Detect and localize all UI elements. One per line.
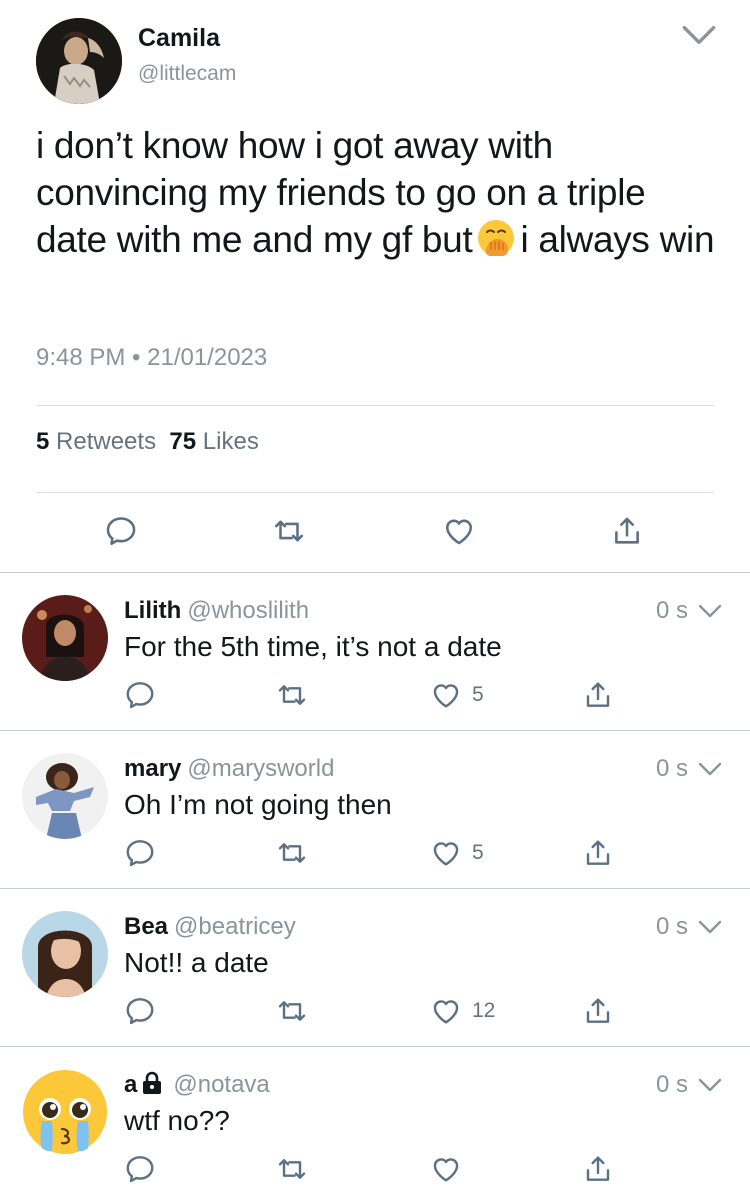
share-icon[interactable]	[582, 995, 614, 1027]
retweet-icon[interactable]	[276, 679, 308, 711]
retweet-icon[interactable]	[276, 837, 308, 869]
avatar[interactable]	[22, 595, 108, 681]
reply-action-bar: 5	[0, 837, 750, 871]
like-icon[interactable]	[442, 514, 476, 548]
avatar[interactable]	[22, 1069, 108, 1155]
reply-author-name[interactable]: Bea	[124, 913, 168, 940]
reply-author-handle[interactable]: @notava	[173, 1071, 269, 1098]
reply-item[interactable]: Bea @beatricey 0 s Not!! a date 12	[0, 889, 750, 1047]
reply-icon[interactable]	[124, 837, 156, 869]
author-avatar[interactable]	[36, 18, 122, 104]
reply-header: Bea @beatricey	[124, 913, 296, 941]
reply-text: Not!! a date	[124, 947, 269, 978]
tweet-text-part2: i always win	[520, 219, 715, 260]
like-icon[interactable]	[430, 837, 462, 869]
divider	[36, 405, 714, 406]
reply-action-bar: 5	[0, 679, 750, 713]
reply-time: 0 s	[656, 1071, 689, 1098]
main-tweet: Camila @littlecam i don’t know how i got…	[0, 0, 750, 572]
retweet-icon[interactable]	[276, 995, 308, 1027]
reply-time: 0 s	[656, 755, 689, 782]
reply-time: 0 s	[656, 597, 689, 624]
retweet-icon[interactable]	[276, 1153, 308, 1185]
reply-text: wtf no??	[124, 1105, 230, 1136]
share-icon[interactable]	[610, 514, 644, 548]
like-icon[interactable]	[430, 679, 462, 711]
share-icon[interactable]	[582, 837, 614, 869]
reply-author-handle[interactable]: @whoslilith	[187, 597, 309, 624]
like-icon[interactable]	[430, 1153, 462, 1185]
share-icon[interactable]	[582, 1153, 614, 1185]
tweet-action-bar	[0, 514, 750, 554]
divider	[36, 492, 714, 493]
retweet-icon[interactable]	[272, 514, 306, 548]
tweet-text: i don’t know how i got away with convinc…	[36, 122, 726, 263]
reply-header: Lilith @whoslilith	[124, 597, 309, 625]
chevron-down-icon[interactable]	[697, 601, 723, 621]
reply-author-name[interactable]: Lilith	[124, 597, 181, 624]
reply-author-handle[interactable]: @beatricey	[174, 913, 296, 940]
reply-action-bar: 12	[0, 995, 750, 1029]
author-name[interactable]: Camila	[138, 24, 220, 53]
likes-label[interactable]: Likes	[203, 428, 259, 455]
avatar[interactable]	[22, 753, 108, 839]
reply-author-handle[interactable]: @marysworld	[187, 755, 334, 782]
chevron-down-icon[interactable]	[697, 759, 723, 779]
like-count: 12	[472, 999, 496, 1022]
reply-item[interactable]: Lilith @whoslilith 0 s For the 5th time, …	[0, 573, 750, 731]
retweets-label[interactable]: Retweets	[56, 428, 156, 455]
chevron-down-icon[interactable]	[697, 1075, 723, 1095]
chevron-down-icon[interactable]	[697, 917, 723, 937]
hand-over-mouth-emoji-icon	[476, 218, 516, 258]
reply-item[interactable]: a @notava 0 s wtf no??	[0, 1047, 750, 1200]
chevron-down-icon[interactable]	[680, 20, 718, 50]
reply-icon[interactable]	[124, 995, 156, 1027]
reply-text: For the 5th time, it’s not a date	[124, 631, 502, 662]
like-icon[interactable]	[430, 995, 462, 1027]
tweet-stats: 5 Retweets 75 Likes	[36, 428, 259, 456]
author-handle[interactable]: @littlecam	[138, 62, 236, 86]
reply-action-bar	[0, 1153, 750, 1187]
reply-time: 0 s	[656, 913, 689, 940]
reply-text: Oh I’m not going then	[124, 789, 392, 820]
reply-author-name[interactable]: mary	[124, 755, 181, 782]
avatar[interactable]	[22, 911, 108, 997]
reply-header: a @notava	[124, 1071, 270, 1099]
retweets-count[interactable]: 5	[36, 428, 49, 455]
reply-icon[interactable]	[104, 514, 138, 548]
reply-header: mary @marysworld	[124, 755, 334, 783]
reply-icon[interactable]	[124, 679, 156, 711]
like-count: 5	[472, 841, 484, 864]
reply-icon[interactable]	[124, 1153, 156, 1185]
likes-count[interactable]: 75	[169, 428, 196, 455]
reply-author-name[interactable]: a	[124, 1071, 137, 1098]
like-count: 5	[472, 683, 484, 706]
share-icon[interactable]	[582, 679, 614, 711]
reply-item[interactable]: mary @marysworld 0 s Oh I’m not going the…	[0, 731, 750, 889]
tweet-timestamp[interactable]: 9:48 PM • 21/01/2023	[36, 344, 267, 372]
lock-icon	[143, 1071, 162, 1094]
